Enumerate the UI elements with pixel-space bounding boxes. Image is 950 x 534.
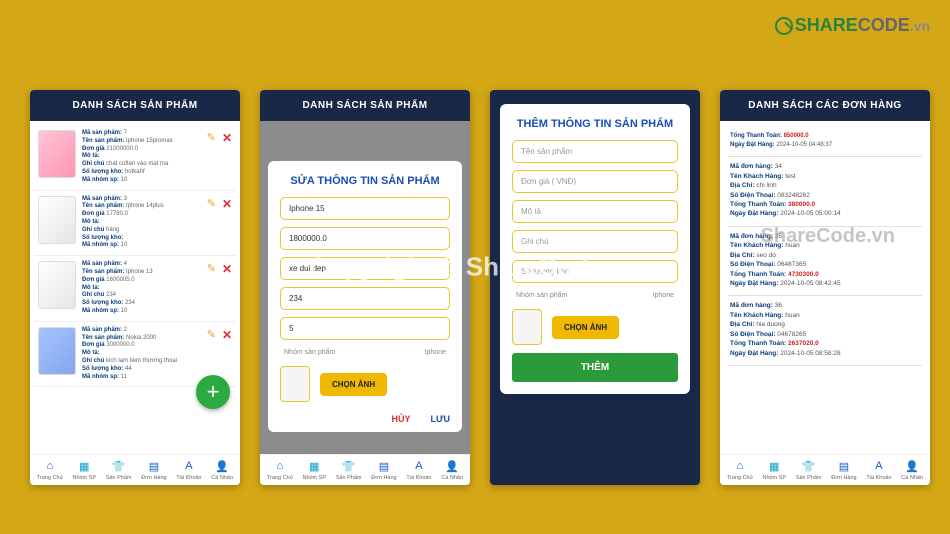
select-image-button[interactable]: CHỌN ẢNH <box>552 316 619 339</box>
grp-field[interactable]: 5 <box>280 317 450 340</box>
add-product-fab[interactable]: + <box>196 375 230 409</box>
group-icon: ▦ <box>77 459 91 473</box>
group-icon: ▦ <box>307 459 321 473</box>
product-icon: 👕 <box>112 459 126 473</box>
nav-group[interactable]: ▦Nhóm SP <box>302 459 326 481</box>
home-icon: ⌂ <box>273 459 287 473</box>
order-icon: ▤ <box>377 459 391 473</box>
personal-icon: 👤 <box>445 459 459 473</box>
modal-title: THÊM THÔNG TIN SẢN PHẨM <box>512 114 678 140</box>
nav-order[interactable]: ▤Đơn Hàng <box>371 459 396 481</box>
nav-home[interactable]: ⌂Trang Chủ <box>727 459 753 481</box>
order-card[interactable]: Mã đơn hàng: 35 Tên Khách Hàng: huan Địa… <box>728 227 922 297</box>
price-field[interactable]: Đơn giá ( VNĐ) <box>512 170 678 193</box>
account-icon: A <box>872 459 886 473</box>
product-card[interactable]: Mã sản phẩm: 7 Tên sản phẩm: Iphone 15pr… <box>34 125 236 191</box>
delete-icon[interactable]: ✕ <box>222 197 232 211</box>
personal-icon: 👤 <box>905 459 919 473</box>
screen-edit-modal: DANH SÁCH SẢN PHẨM SỬA THÔNG TIN SẢN PHẨ… <box>260 90 470 485</box>
account-icon: A <box>182 459 196 473</box>
bottom-nav: ⌂Trang Chủ ▦Nhóm SP 👕Sản Phẩm ▤Đơn Hàng ATài… <box>30 454 240 485</box>
product-image <box>38 130 76 178</box>
page-title: DANH SÁCH SẢN PHẨM <box>260 90 470 121</box>
group-label: Nhóm sản phẩm <box>516 292 567 299</box>
kho-field[interactable]: 234 <box>280 287 450 310</box>
account-icon: A <box>412 459 426 473</box>
nav-product[interactable]: 👕Sản Phẩm <box>796 459 822 481</box>
nav-group[interactable]: ▦Nhóm SP <box>72 459 96 481</box>
order-card[interactable]: Mã đơn hàng: 36 Tên Khách Hàng: huan Địa… <box>728 296 922 366</box>
desc-field[interactable]: Mô tả <box>512 200 678 223</box>
note-field[interactable]: Ghi chú <box>512 230 678 253</box>
home-icon: ⌂ <box>43 459 57 473</box>
nav-home[interactable]: ⌂Trang Chủ <box>37 459 63 481</box>
order-icon: ▤ <box>147 459 161 473</box>
nav-group[interactable]: ▦Nhóm SP <box>762 459 786 481</box>
name-field[interactable]: Tên sản phẩm <box>512 140 678 163</box>
image-preview <box>512 309 542 345</box>
screen-order-list: DANH SÁCH CÁC ĐƠN HÀNG Tổng Thanh Toán: … <box>720 90 930 485</box>
modal-title: SỬA THÔNG TIN SẢN PHẨM <box>280 171 450 197</box>
nav-account[interactable]: ATài Khoản <box>866 459 891 481</box>
kho-field[interactable]: Số lượng kho <box>512 260 678 283</box>
cancel-button[interactable]: HỦY <box>392 414 411 424</box>
edit-icon[interactable]: ✎ <box>207 262 216 276</box>
product-card[interactable]: Mã sản phẩm: 3 Tên sản phẩm: Iphone 14pl… <box>34 191 236 257</box>
bottom-nav: ⌂Trang Chủ ▦Nhóm SP 👕Sản Phẩm ▤Đơn Hàng ATài… <box>260 454 470 485</box>
product-image <box>38 327 76 375</box>
group-value: Iphone <box>653 292 674 299</box>
save-button[interactable]: LƯU <box>431 414 450 424</box>
group-value: Iphone <box>425 349 446 356</box>
nav-account[interactable]: ATài Khoản <box>176 459 201 481</box>
add-button[interactable]: THÊM <box>512 353 678 382</box>
delete-icon[interactable]: ✕ <box>222 131 232 145</box>
price-field[interactable]: 1800000.0 <box>280 227 450 250</box>
group-label: Nhóm sản phẩm <box>284 349 335 356</box>
edit-icon[interactable]: ✎ <box>207 131 216 145</box>
select-image-button[interactable]: CHỌN ẢNH <box>320 373 387 396</box>
order-card[interactable]: Tổng Thanh Toán: 850000.0 Ngày Đặt Hàng:… <box>728 127 922 157</box>
nav-personal[interactable]: 👤Cá Nhân <box>441 459 463 481</box>
order-icon: ▤ <box>837 459 851 473</box>
nav-account[interactable]: ATài Khoản <box>406 459 431 481</box>
order-card[interactable]: Mã đơn hàng: 34 Tên Khách Hàng: test Địa… <box>728 157 922 227</box>
page-title: DANH SÁCH CÁC ĐƠN HÀNG <box>720 90 930 121</box>
nav-home[interactable]: ⌂Trang Chủ <box>267 459 293 481</box>
nav-order[interactable]: ▤Đơn Hàng <box>831 459 856 481</box>
delete-icon[interactable]: ✕ <box>222 262 232 276</box>
delete-icon[interactable]: ✕ <box>222 328 232 342</box>
screen-add-product: THÊM THÔNG TIN SẢN PHẨM Tên sản phẩm Đơn… <box>490 90 700 485</box>
product-image <box>38 196 76 244</box>
nav-order[interactable]: ▤Đơn Hàng <box>141 459 166 481</box>
desc-field[interactable]: xe dui dep <box>280 257 450 280</box>
screen-product-list: DANH SÁCH SẢN PHẨM Mã sản phẩm: 7 Tên sả… <box>30 90 240 485</box>
home-icon: ⌂ <box>733 459 747 473</box>
edit-icon[interactable]: ✎ <box>207 328 216 342</box>
product-image <box>38 261 76 309</box>
edit-icon[interactable]: ✎ <box>207 197 216 211</box>
product-card[interactable]: Mã sản phẩm: 4 Tên sản phẩm: Iphone 13 Đ… <box>34 256 236 322</box>
nav-product[interactable]: 👕Sản Phẩm <box>336 459 362 481</box>
name-field[interactable]: Iphone 15 <box>280 197 450 220</box>
sharecode-logo: SHARECODE.vn <box>775 15 930 36</box>
product-icon: 👕 <box>342 459 356 473</box>
nav-personal[interactable]: 👤Cá Nhân <box>211 459 233 481</box>
product-icon: 👕 <box>802 459 816 473</box>
edit-product-modal: SỬA THÔNG TIN SẢN PHẨM Iphone 15 1800000… <box>268 161 462 432</box>
nav-product[interactable]: 👕Sản Phẩm <box>106 459 132 481</box>
logo-icon <box>775 17 793 35</box>
group-icon: ▦ <box>767 459 781 473</box>
bottom-nav: ⌂Trang Chủ ▦Nhóm SP 👕Sản Phẩm ▤Đơn Hàng ATài… <box>720 454 930 485</box>
image-preview <box>280 366 310 402</box>
personal-icon: 👤 <box>215 459 229 473</box>
nav-personal[interactable]: 👤Cá Nhân <box>901 459 923 481</box>
page-title: DANH SÁCH SẢN PHẨM <box>30 90 240 121</box>
